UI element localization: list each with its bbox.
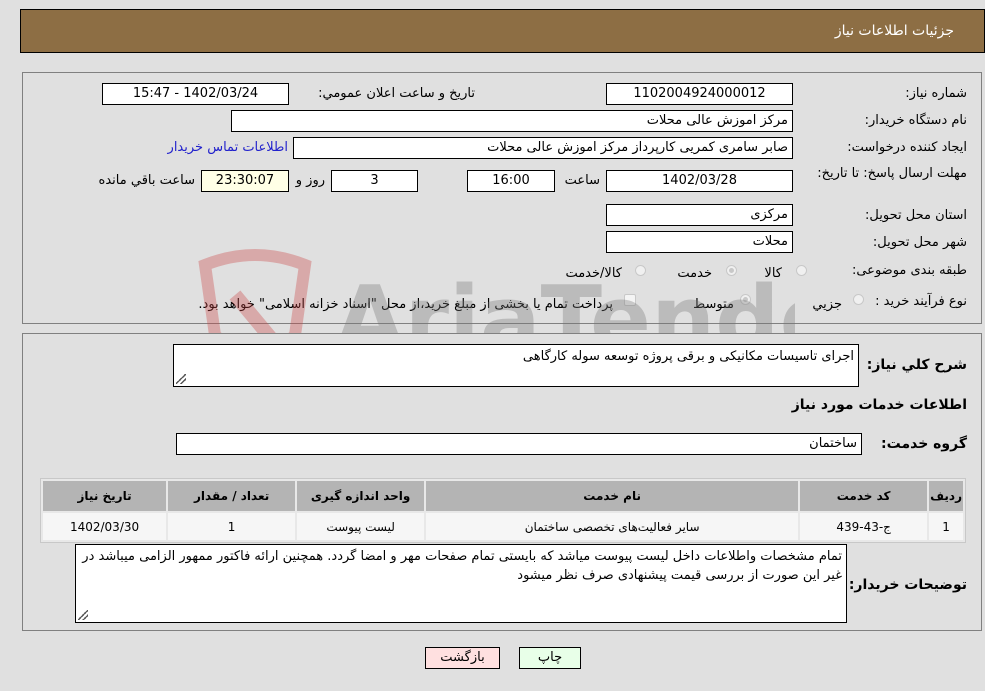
cell-unit: لیست پیوست xyxy=(297,513,425,540)
col-quantity: تعداد / مقدار xyxy=(168,481,296,511)
buyer-org-field[interactable]: مرکز اموزش عالی محلات xyxy=(231,110,793,132)
days-label: روز و xyxy=(295,173,325,188)
deadline-date-field[interactable]: 1402/03/28 xyxy=(606,170,793,192)
col-need-date: تاریخ نیاز xyxy=(43,481,167,511)
table-header-row: ردیف کد خدمت نام خدمت واحد اندازه گیری ت… xyxy=(43,481,963,511)
province-label: استان محل تحویل: xyxy=(865,208,967,223)
description-textarea[interactable]: اجرای تاسیسات مکانیکی و برقی پروژه توسعه… xyxy=(173,344,859,387)
purchase-type-label: نوع فرآیند خرید : xyxy=(875,294,967,309)
service-group-field[interactable]: ساختمان xyxy=(176,433,862,455)
buyer-notes-label: توضیحات خریدار: xyxy=(848,577,967,593)
cell-quantity: 1 xyxy=(168,513,296,540)
cell-row-number: 1 xyxy=(929,513,963,540)
services-section-title: اطلاعات خدمات مورد نیاز xyxy=(791,397,967,413)
cell-need-date: 1402/03/30 xyxy=(43,513,167,540)
buyer-contact-link[interactable]: اطلاعات تماس خریدار xyxy=(168,140,288,155)
cell-service-name: سایر فعالیت‌های تخصصی ساختمان xyxy=(426,513,799,540)
time-remaining-field: 23:30:07 xyxy=(201,170,289,192)
announce-datetime-field[interactable]: 1402/03/24 - 15:47 xyxy=(102,83,289,105)
purchase-option-minor: جزيي xyxy=(812,297,842,312)
treasury-note: پرداخت تمام یا بخشی از مبلغ خرید،از محل … xyxy=(198,297,613,312)
city-label: شهر محل تحویل: xyxy=(872,235,967,250)
province-field[interactable]: مرکزی xyxy=(606,204,793,226)
description-text: اجرای تاسیسات مکانیکی و برقی پروژه توسعه… xyxy=(522,349,854,364)
deadline-label: مهلت ارسال پاسخ: تا تاریخ: xyxy=(817,166,967,181)
table-row: 1 ج-43-439 سایر فعالیت‌های تخصصی ساختمان… xyxy=(43,513,963,540)
creator-field[interactable]: صابر سامری کمریی کارپرداز مرکز اموزش عال… xyxy=(293,137,793,159)
time-remaining-label: ساعت باقي مانده xyxy=(98,173,195,188)
back-button[interactable]: بازگشت xyxy=(425,647,500,669)
days-remaining-field[interactable]: 3 xyxy=(331,170,418,192)
purchase-option-medium: متوسط xyxy=(693,297,734,312)
announce-datetime-label: تاریخ و ساعت اعلان عمومي: xyxy=(318,86,475,101)
page-title: جزئیات اطلاعات نیاز xyxy=(834,23,954,39)
category-option-goods-service: کالا/خدمت xyxy=(565,266,622,281)
print-button[interactable]: چاپ xyxy=(519,647,581,669)
col-unit: واحد اندازه گیری xyxy=(297,481,425,511)
services-table: ردیف کد خدمت نام خدمت واحد اندازه گیری ت… xyxy=(40,478,966,543)
treasury-checkbox[interactable] xyxy=(624,294,636,306)
category-radio-goods[interactable] xyxy=(796,265,807,276)
need-number-field[interactable]: 1102004924000012 xyxy=(606,83,793,105)
creator-label: ایجاد کننده درخواست: xyxy=(847,140,967,155)
category-radio-service[interactable] xyxy=(726,265,737,276)
category-label: طبقه بندی موضوعی: xyxy=(851,263,967,278)
page-header: جزئیات اطلاعات نیاز xyxy=(20,9,985,53)
purchase-radio-minor[interactable] xyxy=(853,294,864,305)
col-row-number: ردیف xyxy=(929,481,963,511)
service-group-label: گروه خدمت: xyxy=(881,436,967,452)
resize-grip-icon[interactable] xyxy=(176,374,186,384)
category-option-service: خدمت xyxy=(677,266,712,281)
col-service-code: کد خدمت xyxy=(800,481,928,511)
category-option-goods: کالا xyxy=(764,266,782,281)
category-radio-goods-service[interactable] xyxy=(635,265,646,276)
cell-service-code: ج-43-439 xyxy=(800,513,928,540)
buyer-org-label: نام دستگاه خریدار: xyxy=(864,113,967,128)
deadline-time-label: ساعت xyxy=(564,173,600,188)
need-number-label: شماره نیاز: xyxy=(905,86,967,101)
deadline-time-field[interactable]: 16:00 xyxy=(467,170,555,192)
resize-grip-icon[interactable] xyxy=(78,610,88,620)
purchase-radio-medium[interactable] xyxy=(740,294,751,305)
description-label: شرح کلي نياز: xyxy=(866,357,967,373)
city-field[interactable]: محلات xyxy=(606,231,793,253)
buyer-notes-text: تمام مشخصات واطلاعات داخل لیست پیوست میا… xyxy=(82,549,842,583)
buyer-notes-textarea[interactable]: تمام مشخصات واطلاعات داخل لیست پیوست میا… xyxy=(75,544,847,623)
col-service-name: نام خدمت xyxy=(426,481,799,511)
